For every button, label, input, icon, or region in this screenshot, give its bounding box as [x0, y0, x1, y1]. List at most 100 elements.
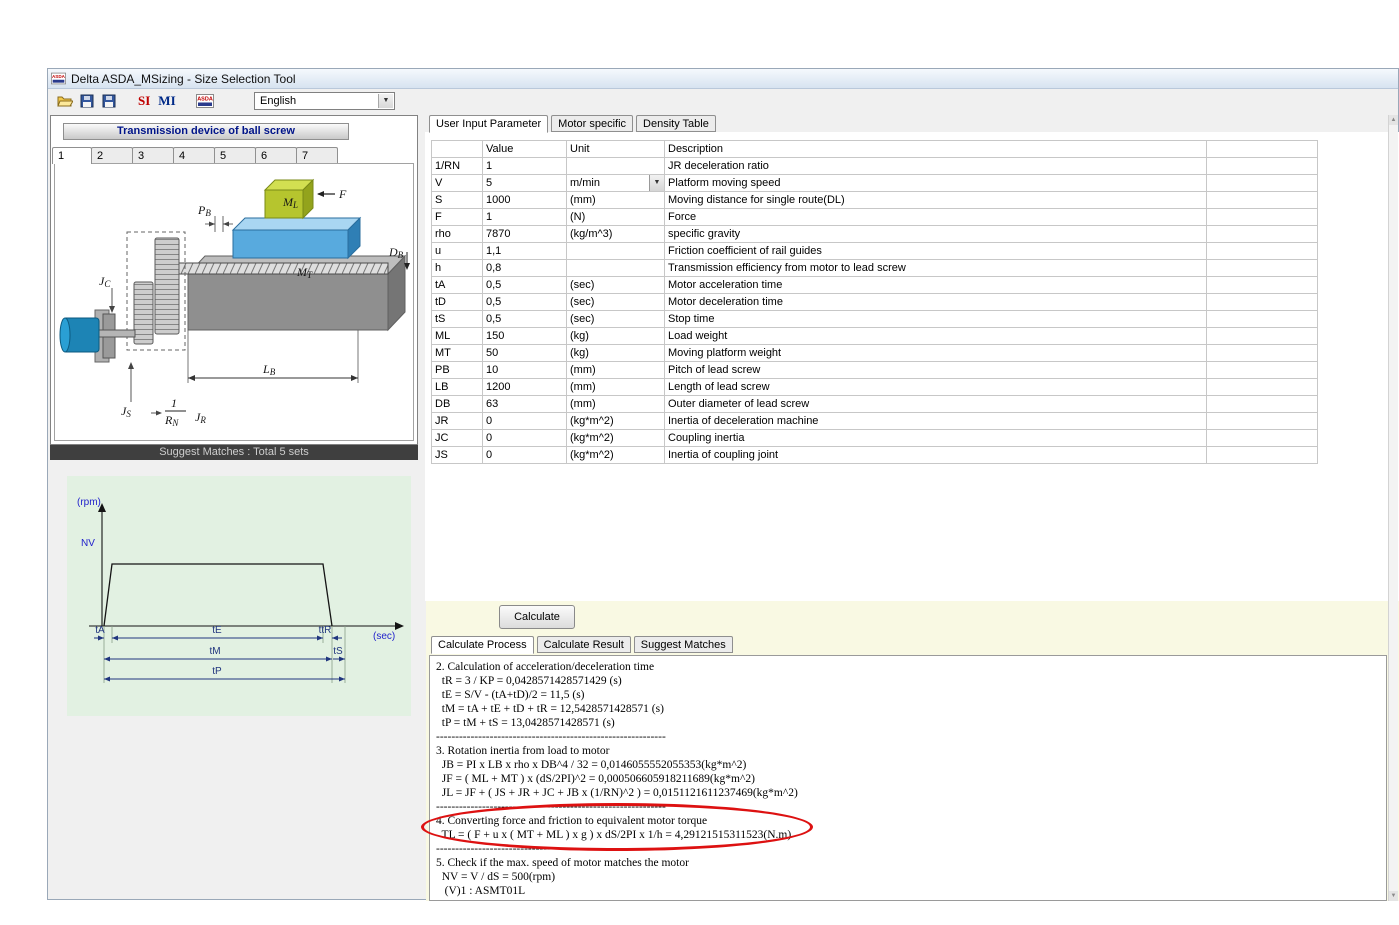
param-value-cell[interactable]: 0,5	[482, 310, 567, 328]
param-unit-cell: (sec)	[566, 276, 665, 294]
param-description: specific gravity	[664, 225, 1207, 243]
param-extra-cell	[1206, 344, 1318, 362]
param-value-cell[interactable]: 1	[482, 157, 567, 175]
param-name: 1/RN	[431, 157, 483, 175]
param-value-cell[interactable]: 0,5	[482, 293, 567, 311]
scroll-down-icon[interactable]: ▼	[1389, 891, 1398, 901]
param-name: tS	[431, 310, 483, 328]
diagram-tab-3[interactable]: 3	[132, 147, 174, 164]
calc-output-line: tE = S/V - (tA+tD)/2 = 11,5 (s)	[436, 689, 585, 701]
app-window: ASDA Delta ASDA_MSizing - Size Selection…	[47, 68, 1399, 901]
scroll-up-icon[interactable]: ▲	[1389, 115, 1398, 125]
tab-suggest-matches[interactable]: Suggest Matches	[633, 636, 733, 653]
param-value-cell[interactable]: 63	[482, 395, 567, 413]
vertical-scrollbar[interactable]: ▲ ▼	[1388, 115, 1398, 901]
save-button[interactable]	[76, 91, 98, 111]
save-as-icon	[102, 94, 116, 108]
calculate-button[interactable]: Calculate	[499, 605, 575, 629]
app-icon: ASDA	[51, 72, 66, 85]
param-row-ta: tA 0,5 (sec) Motor acceleration time	[431, 276, 1318, 294]
parameter-column-header: Unit	[566, 140, 665, 158]
si-units-button[interactable]: SI	[134, 93, 154, 109]
open-file-button[interactable]	[54, 91, 76, 111]
param-row-1-rn: 1/RN 1 JR deceleration ratio	[431, 157, 1318, 175]
param-description: Motor acceleration time	[664, 276, 1207, 294]
calc-output-line: JB = PI x LB x rho x DB^4 / 32 = 0,01460…	[436, 759, 747, 771]
tab-density-table[interactable]: Density Table	[636, 115, 716, 132]
param-unit-cell: (sec)	[566, 293, 665, 311]
param-value-cell[interactable]: 10	[482, 361, 567, 379]
ballscrew-diagram: JC PB ML F DB MT LB JS 1 RN JR	[59, 178, 410, 428]
param-extra-cell	[1206, 378, 1318, 396]
param-description: Inertia of deceleration machine	[664, 412, 1207, 430]
save-as-button[interactable]	[98, 91, 120, 111]
param-unit-cell[interactable]: m/min ▼	[566, 174, 665, 192]
param-description: Outer diameter of lead screw	[664, 395, 1207, 413]
language-select[interactable]: English ▼	[254, 92, 395, 110]
param-name: MT	[431, 344, 483, 362]
param-name: ML	[431, 327, 483, 345]
tab-user-input-parameter[interactable]: User Input Parameter	[429, 115, 549, 133]
param-value-cell[interactable]: 5	[482, 174, 567, 192]
tab-motor-specific[interactable]: Motor specific	[551, 115, 634, 132]
param-value-cell[interactable]: 1,1	[482, 242, 567, 260]
calc-output-line: JF = ( ML + MT ) x (dS/2PI)^2 = 0,000506…	[436, 773, 755, 785]
param-row-h: h 0,8 Transmission efficiency from motor t…	[431, 259, 1318, 277]
svg-text:tE: tE	[212, 625, 222, 636]
diagram-tab-5[interactable]: 5	[214, 147, 256, 164]
unit-dropdown-arrow-icon[interactable]: ▼	[649, 175, 664, 191]
param-row-ml: ML 150 (kg) Load weight	[431, 327, 1318, 345]
parameter-tab-strip: User Input Parameter Motor specific Densit…	[429, 115, 719, 133]
param-value-cell[interactable]: 1	[482, 208, 567, 226]
calc-output-line: ----------------------------------------…	[436, 731, 666, 743]
diagram-tab-4[interactable]: 4	[173, 147, 215, 164]
param-value-cell[interactable]: 0	[482, 429, 567, 447]
diagram-tab-7[interactable]: 7	[296, 147, 338, 164]
suggest-matches-bar: Suggest Matches : Total 5 sets	[50, 445, 418, 460]
param-row-mt: MT 50 (kg) Moving platform weight	[431, 344, 1318, 362]
velocity-profile-box: (rpm) NV (sec) tA tE ttR tM tS tP	[67, 476, 411, 716]
parameter-table: Value Unit Description 1/RN 1 JR deceleratio…	[431, 140, 1318, 464]
svg-text:(rpm): (rpm)	[77, 497, 101, 508]
param-value-cell[interactable]: 7870	[482, 225, 567, 243]
param-extra-cell	[1206, 395, 1318, 413]
svg-text:ASDA: ASDA	[52, 74, 66, 79]
param-description: Coupling inertia	[664, 429, 1207, 447]
svg-text:DB: DB	[388, 245, 404, 260]
param-extra-cell	[1206, 225, 1318, 243]
diagram-tab-2[interactable]: 2	[91, 147, 133, 164]
param-name: JC	[431, 429, 483, 447]
diagram-tab-6[interactable]: 6	[255, 147, 297, 164]
param-description: Moving platform weight	[664, 344, 1207, 362]
param-extra-cell	[1206, 157, 1318, 175]
tab-calculate-result[interactable]: Calculate Result	[536, 636, 631, 653]
param-extra-cell	[1206, 429, 1318, 447]
param-description: Length of lead screw	[664, 378, 1207, 396]
param-value-cell[interactable]: 50	[482, 344, 567, 362]
window-titlebar[interactable]: ASDA Delta ASDA_MSizing - Size Selection…	[48, 69, 1398, 89]
language-value: English	[260, 95, 297, 107]
param-value-cell[interactable]: 0	[482, 412, 567, 430]
param-name: PB	[431, 361, 483, 379]
param-name: V	[431, 174, 483, 192]
param-value-cell[interactable]: 1200	[482, 378, 567, 396]
transmission-tab-strip: 1234567	[52, 147, 338, 164]
svg-text:tA: tA	[95, 625, 105, 636]
language-dropdown-arrow-icon[interactable]: ▼	[378, 94, 393, 108]
svg-text:RN: RN	[164, 413, 179, 428]
param-value-cell[interactable]: 150	[482, 327, 567, 345]
diagram-tab-1[interactable]: 1	[52, 147, 92, 164]
svg-text:tS: tS	[333, 646, 343, 657]
param-unit-cell: (kg*m^2)	[566, 429, 665, 447]
param-value-cell[interactable]: 0	[482, 446, 567, 464]
param-value-cell[interactable]: 0,5	[482, 276, 567, 294]
param-row-lb: LB 1200 (mm) Length of lead screw	[431, 378, 1318, 396]
toolbar: SI MI ASDA English ▼	[48, 89, 1398, 113]
param-description: Pitch of lead screw	[664, 361, 1207, 379]
param-value-cell[interactable]: 0,8	[482, 259, 567, 277]
param-value-cell[interactable]: 1000	[482, 191, 567, 209]
asda-tool-button[interactable]: ASDA	[194, 91, 216, 111]
mi-units-button[interactable]: MI	[154, 93, 179, 109]
tab-calculate-process[interactable]: Calculate Process	[431, 636, 534, 654]
param-row-ts: tS 0,5 (sec) Stop time	[431, 310, 1318, 328]
